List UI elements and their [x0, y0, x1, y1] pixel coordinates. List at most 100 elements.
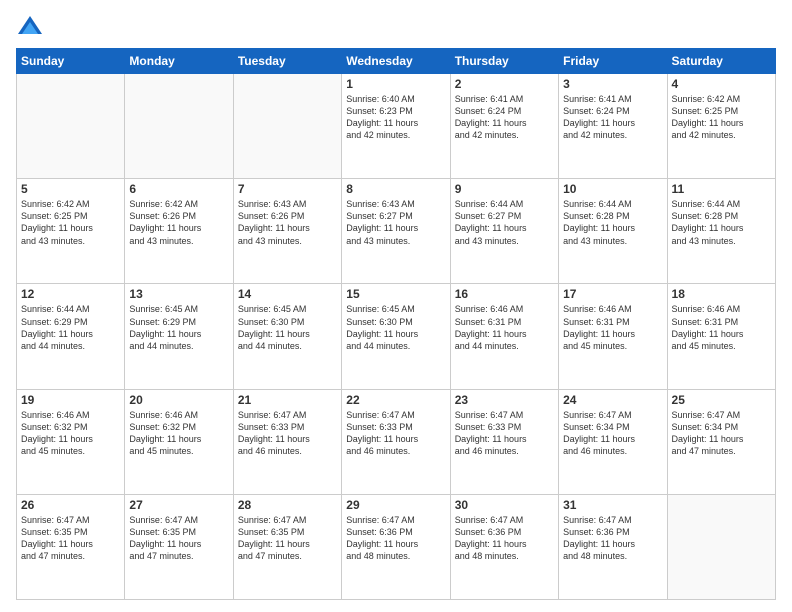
calendar-day-3: 3 Sunrise: 6:41 AM Sunset: 6:24 PM Daylig…	[559, 74, 667, 179]
day-info: Sunrise: 6:47 AM Sunset: 6:35 PM Dayligh…	[21, 514, 120, 563]
day-number: 7	[238, 182, 337, 196]
calendar-day-15: 15Sunrise: 6:45 AM Sunset: 6:30 PM Dayli…	[342, 284, 450, 389]
calendar-day-2: 2 Sunrise: 6:41 AM Sunset: 6:24 PM Daylig…	[450, 74, 558, 179]
weekday-header-friday: Friday	[559, 49, 667, 74]
day-info: Sunrise: 6:41 AM Sunset: 6:24 PM Dayligh…	[455, 93, 554, 142]
day-info: Sunrise: 6:44 AM Sunset: 6:27 PM Dayligh…	[455, 198, 554, 247]
day-info: Sunrise: 6:43 AM Sunset: 6:26 PM Dayligh…	[238, 198, 337, 247]
weekday-header-sunday: Sunday	[17, 49, 125, 74]
calendar-day-23: 23 Sunrise: 6:47 AM Sunset: 6:33 PM Dayli…	[450, 389, 558, 494]
calendar-day-13: 13 Sunrise: 6:45 AM Sunset: 6:29 PM Dayli…	[125, 284, 233, 389]
day-number: 30	[455, 498, 554, 512]
calendar-day-26: 26 Sunrise: 6:47 AM Sunset: 6:35 PM Dayli…	[17, 494, 125, 599]
day-number: 11	[672, 182, 771, 196]
day-info: Sunrise: 6:45 AM Sunset: 6:29 PM Dayligh…	[129, 303, 228, 352]
day-info: Sunrise: 6:47 AM Sunset: 6:36 PM Dayligh…	[346, 514, 445, 563]
day-number: 21	[238, 393, 337, 407]
calendar-week-3: 19 Sunrise: 6:46 AM Sunset: 6:32 PM Dayli…	[17, 389, 776, 494]
calendar-day-24: 24 Sunrise: 6:47 AM Sunset: 6:34 PM Dayli…	[559, 389, 667, 494]
calendar-day-27: 27 Sunrise: 6:47 AM Sunset: 6:35 PM Dayli…	[125, 494, 233, 599]
calendar-day-30: 30 Sunrise: 6:47 AM Sunset: 6:36 PM Dayli…	[450, 494, 558, 599]
day-number: 22	[346, 393, 445, 407]
day-info: Sunrise: 6:47 AM Sunset: 6:33 PM Dayligh…	[346, 409, 445, 458]
calendar-header-row: SundayMondayTuesdayWednesdayThursdayFrid…	[17, 49, 776, 74]
day-number: 3	[563, 77, 662, 91]
calendar-week-0: 1 Sunrise: 6:40 AM Sunset: 6:23 PM Daylig…	[17, 74, 776, 179]
weekday-header-thursday: Thursday	[450, 49, 558, 74]
calendar-empty	[233, 74, 341, 179]
logo-icon	[16, 12, 44, 40]
calendar-day-28: 28Sunrise: 6:47 AM Sunset: 6:35 PM Dayli…	[233, 494, 341, 599]
day-number: 15	[346, 287, 445, 301]
day-info: Sunrise: 6:46 AM Sunset: 6:32 PM Dayligh…	[129, 409, 228, 458]
day-number: 6	[129, 182, 228, 196]
day-info: Sunrise: 6:46 AM Sunset: 6:31 PM Dayligh…	[455, 303, 554, 352]
day-number: 19	[21, 393, 120, 407]
day-number: 14	[238, 287, 337, 301]
calendar-day-6: 6 Sunrise: 6:42 AM Sunset: 6:26 PM Daylig…	[125, 179, 233, 284]
calendar-day-14: 14 Sunrise: 6:45 AM Sunset: 6:30 PM Dayli…	[233, 284, 341, 389]
calendar-day-29: 29Sunrise: 6:47 AM Sunset: 6:36 PM Dayli…	[342, 494, 450, 599]
calendar-day-21: 21 Sunrise: 6:47 AM Sunset: 6:33 PM Dayli…	[233, 389, 341, 494]
calendar-day-22: 22 Sunrise: 6:47 AM Sunset: 6:33 PM Dayli…	[342, 389, 450, 494]
day-number: 9	[455, 182, 554, 196]
calendar-day-12: 12Sunrise: 6:44 AM Sunset: 6:29 PM Dayli…	[17, 284, 125, 389]
day-number: 1	[346, 77, 445, 91]
day-number: 10	[563, 182, 662, 196]
day-number: 17	[563, 287, 662, 301]
day-info: Sunrise: 6:43 AM Sunset: 6:27 PM Dayligh…	[346, 198, 445, 247]
calendar-table: SundayMondayTuesdayWednesdayThursdayFrid…	[16, 48, 776, 600]
weekday-header-wednesday: Wednesday	[342, 49, 450, 74]
day-info: Sunrise: 6:47 AM Sunset: 6:33 PM Dayligh…	[238, 409, 337, 458]
day-info: Sunrise: 6:47 AM Sunset: 6:35 PM Dayligh…	[238, 514, 337, 563]
day-number: 25	[672, 393, 771, 407]
day-number: 18	[672, 287, 771, 301]
day-number: 23	[455, 393, 554, 407]
calendar-day-16: 16Sunrise: 6:46 AM Sunset: 6:31 PM Dayli…	[450, 284, 558, 389]
day-info: Sunrise: 6:47 AM Sunset: 6:35 PM Dayligh…	[129, 514, 228, 563]
day-number: 24	[563, 393, 662, 407]
day-info: Sunrise: 6:42 AM Sunset: 6:25 PM Dayligh…	[21, 198, 120, 247]
calendar-week-4: 26 Sunrise: 6:47 AM Sunset: 6:35 PM Dayli…	[17, 494, 776, 599]
calendar-day-5: 5 Sunrise: 6:42 AM Sunset: 6:25 PM Daylig…	[17, 179, 125, 284]
calendar-day-4: 4Sunrise: 6:42 AM Sunset: 6:25 PM Daylig…	[667, 74, 775, 179]
day-info: Sunrise: 6:45 AM Sunset: 6:30 PM Dayligh…	[238, 303, 337, 352]
calendar-empty	[125, 74, 233, 179]
day-number: 31	[563, 498, 662, 512]
calendar-empty	[17, 74, 125, 179]
calendar-day-9: 9 Sunrise: 6:44 AM Sunset: 6:27 PM Daylig…	[450, 179, 558, 284]
weekday-header-saturday: Saturday	[667, 49, 775, 74]
day-info: Sunrise: 6:47 AM Sunset: 6:33 PM Dayligh…	[455, 409, 554, 458]
calendar-week-2: 12Sunrise: 6:44 AM Sunset: 6:29 PM Dayli…	[17, 284, 776, 389]
day-info: Sunrise: 6:40 AM Sunset: 6:23 PM Dayligh…	[346, 93, 445, 142]
calendar-day-1: 1 Sunrise: 6:40 AM Sunset: 6:23 PM Daylig…	[342, 74, 450, 179]
calendar-day-11: 11 Sunrise: 6:44 AM Sunset: 6:28 PM Dayli…	[667, 179, 775, 284]
day-number: 4	[672, 77, 771, 91]
calendar-day-7: 7 Sunrise: 6:43 AM Sunset: 6:26 PM Daylig…	[233, 179, 341, 284]
calendar-day-31: 31Sunrise: 6:47 AM Sunset: 6:36 PM Dayli…	[559, 494, 667, 599]
calendar-day-19: 19 Sunrise: 6:46 AM Sunset: 6:32 PM Dayli…	[17, 389, 125, 494]
calendar-week-1: 5 Sunrise: 6:42 AM Sunset: 6:25 PM Daylig…	[17, 179, 776, 284]
day-info: Sunrise: 6:47 AM Sunset: 6:36 PM Dayligh…	[455, 514, 554, 563]
day-info: Sunrise: 6:46 AM Sunset: 6:32 PM Dayligh…	[21, 409, 120, 458]
weekday-header-tuesday: Tuesday	[233, 49, 341, 74]
day-info: Sunrise: 6:46 AM Sunset: 6:31 PM Dayligh…	[563, 303, 662, 352]
day-info: Sunrise: 6:41 AM Sunset: 6:24 PM Dayligh…	[563, 93, 662, 142]
calendar-day-20: 20 Sunrise: 6:46 AM Sunset: 6:32 PM Dayli…	[125, 389, 233, 494]
calendar-day-17: 17 Sunrise: 6:46 AM Sunset: 6:31 PM Dayli…	[559, 284, 667, 389]
day-number: 26	[21, 498, 120, 512]
day-number: 8	[346, 182, 445, 196]
day-number: 20	[129, 393, 228, 407]
calendar-day-10: 10Sunrise: 6:44 AM Sunset: 6:28 PM Dayli…	[559, 179, 667, 284]
calendar-empty	[667, 494, 775, 599]
day-info: Sunrise: 6:44 AM Sunset: 6:29 PM Dayligh…	[21, 303, 120, 352]
calendar-day-18: 18Sunrise: 6:46 AM Sunset: 6:31 PM Dayli…	[667, 284, 775, 389]
day-number: 13	[129, 287, 228, 301]
day-info: Sunrise: 6:44 AM Sunset: 6:28 PM Dayligh…	[672, 198, 771, 247]
day-info: Sunrise: 6:42 AM Sunset: 6:26 PM Dayligh…	[129, 198, 228, 247]
header	[16, 12, 776, 40]
day-number: 2	[455, 77, 554, 91]
day-number: 27	[129, 498, 228, 512]
day-number: 5	[21, 182, 120, 196]
day-info: Sunrise: 6:47 AM Sunset: 6:34 PM Dayligh…	[563, 409, 662, 458]
